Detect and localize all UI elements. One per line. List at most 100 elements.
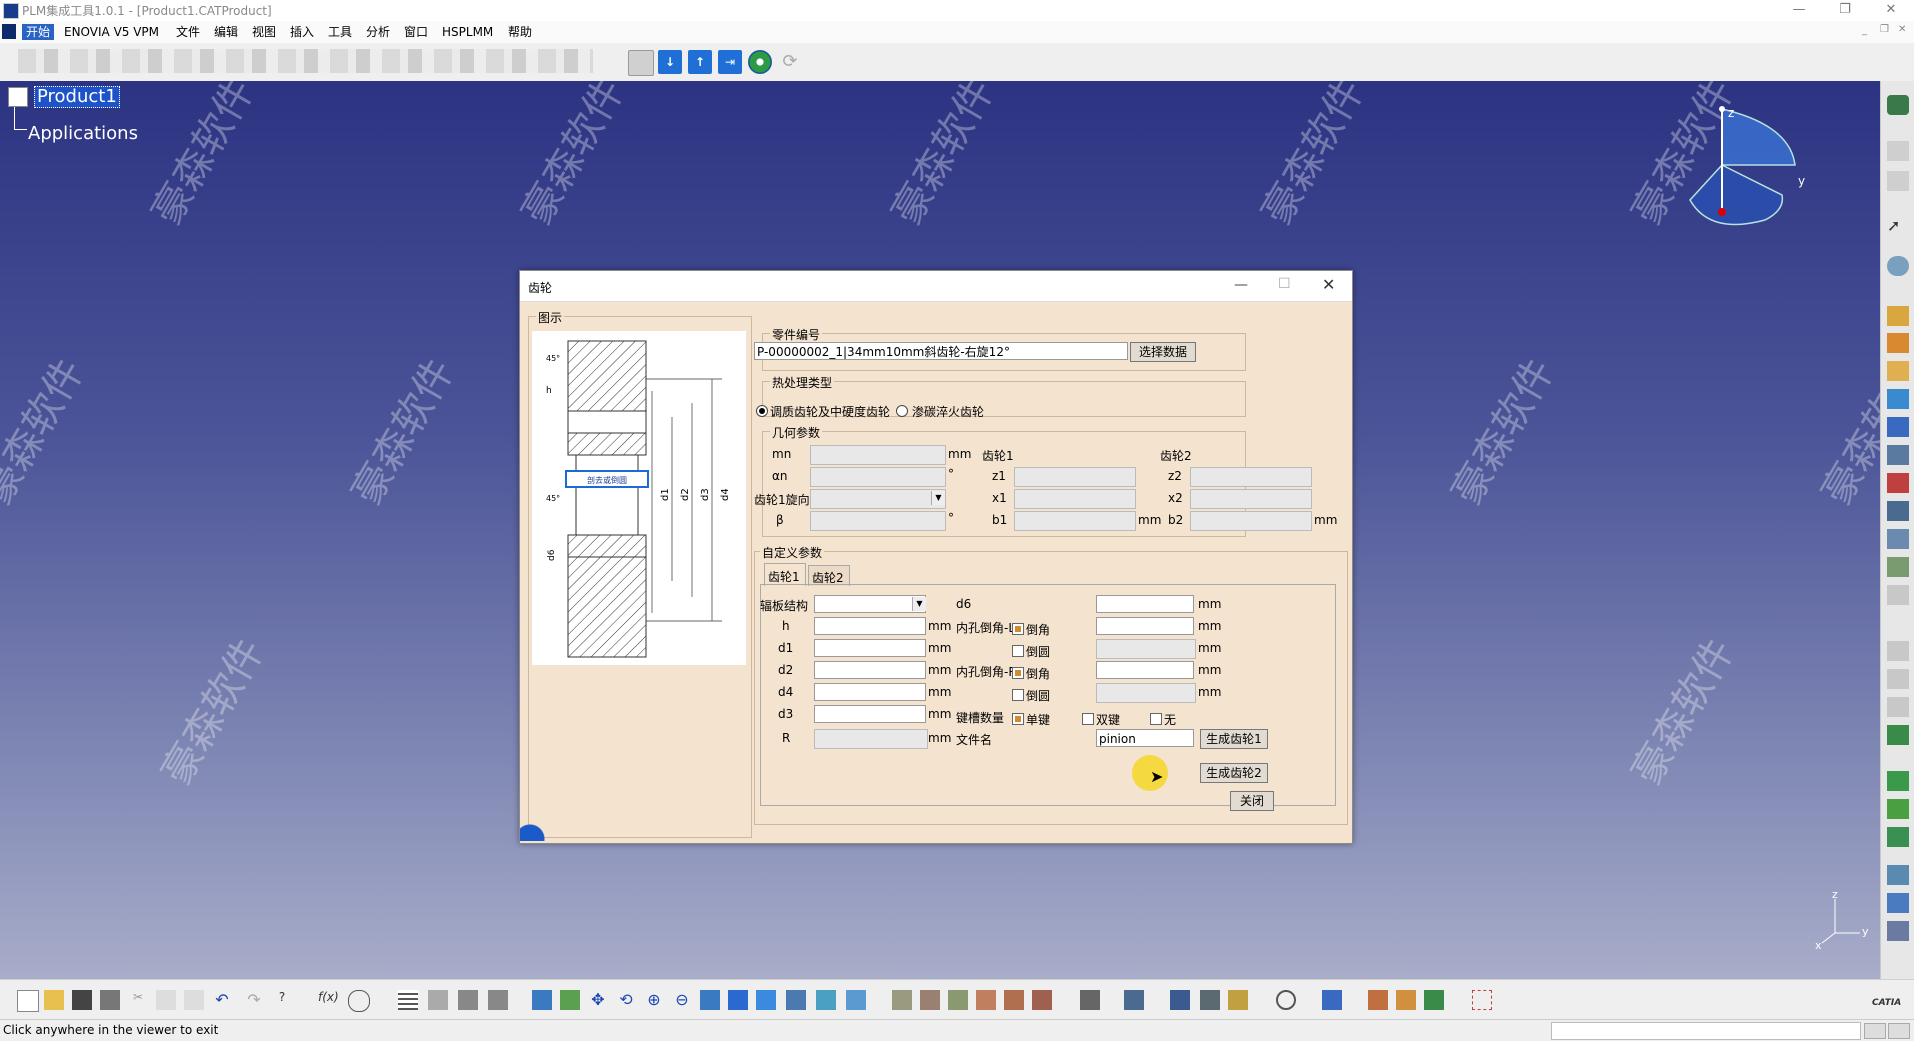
tool-icon[interactable]	[458, 990, 478, 1010]
d3-input[interactable]	[814, 705, 926, 723]
x2-input[interactable]	[1190, 489, 1312, 509]
tool-icon[interactable]	[1887, 501, 1909, 521]
tool-icon[interactable]	[1887, 389, 1909, 409]
tool-icon[interactable]	[1887, 893, 1909, 913]
tree-root-icon[interactable]	[8, 87, 28, 107]
menu-start[interactable]: 开始	[22, 24, 55, 40]
tool-icon[interactable]	[1887, 799, 1909, 819]
h-input[interactable]	[814, 617, 926, 635]
rotate-icon[interactable]: ⟲	[616, 990, 636, 1010]
help-icon[interactable]: ?	[272, 990, 292, 1010]
fit-all-icon[interactable]	[560, 990, 580, 1010]
new-file-icon[interactable]	[17, 990, 39, 1012]
d4-input[interactable]	[814, 683, 926, 701]
mn-input[interactable]	[810, 445, 946, 465]
single-key-checkbox[interactable]	[1012, 713, 1024, 725]
select-arrow-icon[interactable]: ➚	[1887, 216, 1909, 236]
tool-icon[interactable]	[1887, 95, 1909, 115]
status-button[interactable]	[1864, 1023, 1886, 1039]
measure-icon[interactable]	[1170, 990, 1190, 1010]
d2-input[interactable]	[814, 661, 926, 679]
z2-input[interactable]	[1190, 467, 1312, 487]
alpha-input[interactable]	[810, 467, 946, 487]
select-data-button[interactable]: 选择数据	[1130, 342, 1196, 362]
logout-icon[interactable]: ⇥	[718, 50, 742, 74]
cut-icon[interactable]: ✂	[128, 990, 148, 1010]
normal-view-icon[interactable]	[700, 990, 720, 1010]
chevron-down-icon[interactable]: ▼	[931, 491, 945, 505]
chevron-down-icon[interactable]: ▼	[912, 597, 926, 611]
inner-l-chamfer-input[interactable]	[1096, 617, 1194, 635]
tool-icon[interactable]	[1424, 990, 1444, 1010]
close-button[interactable]: 关闭	[1230, 791, 1274, 811]
open-folder-icon[interactable]	[44, 990, 64, 1010]
heat-radio-2[interactable]	[896, 405, 908, 417]
tree-root-product[interactable]: Product1	[34, 86, 120, 108]
multi-view-icon[interactable]	[728, 990, 748, 1010]
tool-icon[interactable]	[1887, 141, 1909, 161]
download-icon[interactable]: ↓	[658, 50, 682, 74]
x1-input[interactable]	[1014, 489, 1136, 509]
redo-icon[interactable]: ↷	[244, 990, 264, 1010]
doc-minimize-icon[interactable]: _	[1862, 25, 1867, 36]
no-key-checkbox[interactable]	[1150, 713, 1162, 725]
tool-icon[interactable]	[1200, 990, 1220, 1010]
tool-icon[interactable]	[1887, 669, 1909, 689]
inner-r-chamfer-input[interactable]	[1096, 661, 1194, 679]
tree-node-applications[interactable]: Applications	[28, 123, 138, 144]
tab-gear1[interactable]: 齿轮1	[764, 563, 806, 586]
menu-enovia[interactable]: ENOVIA V5 VPM	[60, 24, 163, 40]
tool-icon[interactable]	[1887, 333, 1909, 353]
z1-input[interactable]	[1014, 467, 1136, 487]
menu-view[interactable]: 视图	[248, 24, 280, 40]
tool-icon[interactable]	[1887, 417, 1909, 437]
menu-file[interactable]: 文件	[172, 24, 204, 40]
pan-icon[interactable]: ✥	[588, 990, 608, 1010]
tool-icon[interactable]	[1032, 990, 1052, 1010]
formula-icon[interactable]: f(x)	[318, 990, 339, 1010]
tool-icon[interactable]	[488, 990, 508, 1010]
upload-icon[interactable]: ↑	[688, 50, 712, 74]
tool-icon[interactable]	[948, 990, 968, 1010]
undo-icon[interactable]: ↶	[212, 990, 232, 1010]
dialog-close-icon[interactable]: ✕	[1322, 275, 1335, 294]
menu-insert[interactable]: 插入	[286, 24, 318, 40]
tool-icon[interactable]	[1887, 473, 1909, 493]
heat-radio-2-label[interactable]: 渗碳淬火齿轮	[912, 403, 984, 420]
paste-icon[interactable]	[184, 990, 204, 1010]
tool-icon[interactable]	[1887, 361, 1909, 381]
tool-icon[interactable]	[1368, 990, 1388, 1010]
heat-radio-1-label[interactable]: 调质齿轮及中硬度齿轮	[770, 403, 890, 420]
inner-l-round-input[interactable]	[1096, 639, 1196, 659]
tool-icon[interactable]	[892, 990, 912, 1010]
dialog-minimize-icon[interactable]: —	[1234, 277, 1248, 293]
tool-icon[interactable]	[1887, 697, 1909, 717]
generate-gear1-button[interactable]: 生成齿轮1	[1200, 729, 1268, 749]
tree-icon[interactable]	[428, 990, 448, 1010]
generate-gear2-button[interactable]: 生成齿轮2	[1200, 763, 1268, 783]
tool-icon[interactable]	[1887, 865, 1909, 885]
menu-edit[interactable]: 编辑	[210, 24, 242, 40]
r-input[interactable]	[814, 729, 928, 749]
tool-icon[interactable]	[1887, 641, 1909, 661]
heat-radio-1[interactable]	[756, 405, 768, 417]
update-icon[interactable]	[1276, 990, 1296, 1010]
comment-icon[interactable]	[348, 990, 370, 1012]
table-icon[interactable]	[398, 990, 418, 1010]
doc-restore-icon[interactable]: ❐	[1880, 24, 1889, 35]
beta-input[interactable]	[810, 511, 946, 531]
tab-gear2[interactable]: 齿轮2	[808, 565, 850, 586]
tool-icon[interactable]	[1887, 827, 1909, 847]
menu-help[interactable]: 帮助	[504, 24, 536, 40]
filename-input[interactable]: pinion	[1096, 729, 1194, 747]
tool-icon[interactable]	[1887, 585, 1909, 605]
copy-icon[interactable]	[156, 990, 176, 1010]
swap-icon[interactable]	[846, 990, 866, 1010]
double-key-checkbox[interactable]	[1082, 713, 1094, 725]
tool-icon[interactable]	[1887, 557, 1909, 577]
compass-icon[interactable]: z y	[1670, 105, 1810, 255]
status-button[interactable]	[1888, 1023, 1910, 1039]
tool-icon[interactable]	[976, 990, 996, 1010]
menu-analysis[interactable]: 分析	[362, 24, 394, 40]
restore-icon[interactable]: ❐	[1822, 0, 1868, 21]
